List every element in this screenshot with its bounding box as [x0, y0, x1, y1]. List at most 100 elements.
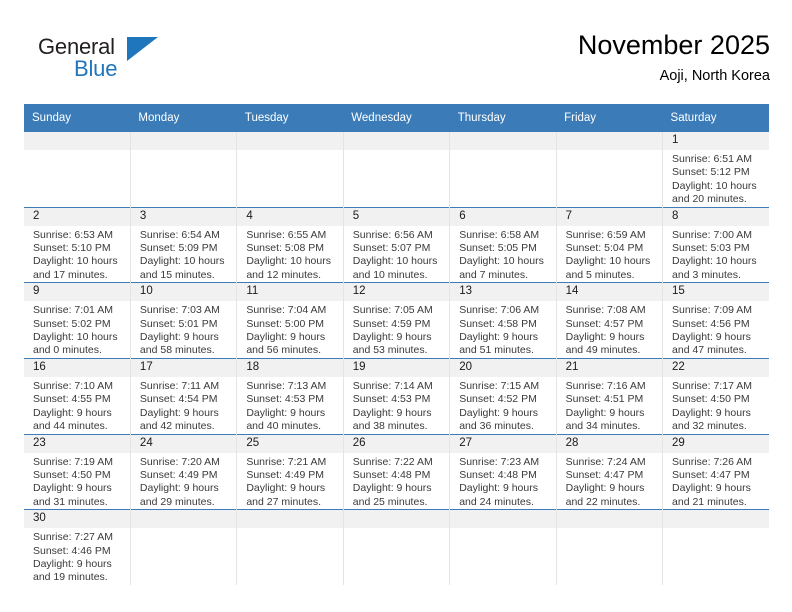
sunset-text: Sunset: 4:52 PM: [459, 393, 537, 406]
day-number: [130, 132, 237, 150]
day-details: Sunrise: 7:00 AM Sunset: 5:03 PM Dayligh…: [663, 226, 769, 283]
weekday-header-wednesday: Wednesday: [343, 104, 450, 132]
page-header: General Blue November 2025 Aoji, North K…: [24, 28, 770, 100]
day-cell[interactable]: 21 Sunrise: 7:16 AM Sunset: 4:51 PM Dayl…: [556, 357, 664, 434]
general-blue-logo[interactable]: General Blue: [38, 34, 178, 92]
daylight-text-line2: and 22 minutes.: [565, 495, 641, 508]
day-cell[interactable]: 3 Sunrise: 6:54 AM Sunset: 5:09 PM Dayli…: [130, 206, 238, 283]
sunrise-sunset-calendar: Sunday Monday Tuesday Wednesday Thursday…: [24, 104, 769, 585]
sunset-text: Sunset: 4:49 PM: [139, 468, 218, 481]
sunrise-text: Sunrise: 7:13 AM: [246, 379, 327, 392]
day-cell[interactable]: 19 Sunrise: 7:14 AM Sunset: 4:53 PM Dayl…: [343, 357, 451, 434]
day-cell[interactable]: 5 Sunrise: 6:56 AM Sunset: 5:07 PM Dayli…: [343, 206, 451, 283]
day-details: Sunrise: 7:19 AM Sunset: 4:50 PM Dayligh…: [24, 453, 130, 510]
day-cell[interactable]: 27 Sunrise: 7:23 AM Sunset: 4:48 PM Dayl…: [449, 433, 557, 510]
sunrise-text: Sunrise: 7:26 AM: [672, 455, 752, 468]
day-details: Sunrise: 7:21 AM Sunset: 4:49 PM Dayligh…: [237, 453, 342, 510]
day-cell: [556, 132, 664, 208]
day-cell[interactable]: 12 Sunrise: 7:05 AM Sunset: 4:59 PM Dayl…: [343, 282, 451, 359]
daylight-text-line2: and 29 minutes.: [139, 495, 215, 508]
day-details: [237, 150, 342, 153]
day-details: Sunrise: 7:13 AM Sunset: 4:53 PM Dayligh…: [237, 377, 342, 434]
sunset-text: Sunset: 4:55 PM: [33, 393, 111, 406]
day-details: Sunrise: 7:15 AM Sunset: 4:52 PM Dayligh…: [450, 377, 555, 434]
sunset-text: Sunset: 5:12 PM: [672, 166, 750, 179]
day-details: Sunrise: 7:04 AM Sunset: 5:00 PM Dayligh…: [237, 301, 342, 358]
day-cell[interactable]: 10 Sunrise: 7:03 AM Sunset: 5:01 PM Dayl…: [130, 282, 238, 359]
daylight-text-line2: and 0 minutes.: [33, 344, 102, 357]
daylight-text-line2: and 5 minutes.: [565, 268, 635, 281]
daylight-text-line1: Daylight: 9 hours: [33, 557, 112, 570]
day-details: Sunrise: 7:05 AM Sunset: 4:59 PM Dayligh…: [344, 301, 449, 358]
day-cell[interactable]: 23 Sunrise: 7:19 AM Sunset: 4:50 PM Dayl…: [24, 433, 131, 510]
day-cell[interactable]: 28 Sunrise: 7:24 AM Sunset: 4:47 PM Dayl…: [556, 433, 664, 510]
day-number: 17: [130, 358, 237, 377]
sunrise-text: Sunrise: 7:19 AM: [33, 455, 113, 468]
day-cell[interactable]: 18 Sunrise: 7:13 AM Sunset: 4:53 PM Dayl…: [236, 357, 344, 434]
day-cell[interactable]: 15 Sunrise: 7:09 AM Sunset: 4:56 PM Dayl…: [662, 282, 769, 359]
day-number: 26: [343, 434, 450, 453]
sunset-text: Sunset: 5:07 PM: [352, 242, 431, 255]
day-cell[interactable]: 17 Sunrise: 7:11 AM Sunset: 4:54 PM Dayl…: [130, 357, 238, 434]
day-number: [450, 510, 556, 529]
day-details: Sunrise: 7:23 AM Sunset: 4:48 PM Dayligh…: [450, 453, 555, 510]
daylight-text-line2: and 53 minutes.: [352, 344, 428, 357]
title-block: November 2025 Aoji, North Korea: [578, 28, 770, 87]
day-cell[interactable]: 16 Sunrise: 7:10 AM Sunset: 4:55 PM Dayl…: [24, 357, 131, 434]
day-cell: [449, 509, 557, 585]
day-details: Sunrise: 7:22 AM Sunset: 4:48 PM Dayligh…: [344, 453, 449, 510]
sunset-text: Sunset: 5:02 PM: [33, 317, 111, 330]
sunset-text: Sunset: 4:50 PM: [33, 468, 111, 481]
daylight-text-line1: Daylight: 10 hours: [672, 179, 757, 192]
day-details: Sunrise: 7:01 AM Sunset: 5:02 PM Dayligh…: [24, 301, 130, 358]
daylight-text-line1: Daylight: 10 hours: [139, 255, 225, 268]
day-cell[interactable]: 11 Sunrise: 7:04 AM Sunset: 5:00 PM Dayl…: [236, 282, 344, 359]
sunrise-text: Sunrise: 7:00 AM: [672, 228, 752, 241]
day-cell[interactable]: 7 Sunrise: 6:59 AM Sunset: 5:04 PM Dayli…: [556, 206, 664, 283]
daylight-text-line1: Daylight: 9 hours: [672, 331, 751, 344]
day-cell[interactable]: 4 Sunrise: 6:55 AM Sunset: 5:08 PM Dayli…: [236, 206, 344, 283]
day-cell[interactable]: 1 Sunrise: 6:51 AM Sunset: 5:12 PM Dayli…: [662, 132, 769, 208]
daylight-text-line1: Daylight: 9 hours: [352, 482, 432, 495]
day-cell[interactable]: 26 Sunrise: 7:22 AM Sunset: 4:48 PM Dayl…: [343, 433, 451, 510]
weekday-header-sunday: Sunday: [24, 104, 131, 132]
sunrise-text: Sunrise: 6:51 AM: [672, 153, 752, 165]
day-cell[interactable]: 2 Sunrise: 6:53 AM Sunset: 5:10 PM Dayli…: [24, 206, 131, 283]
day-details: Sunrise: 6:51 AM Sunset: 5:12 PM Dayligh…: [663, 150, 769, 207]
sunrise-text: Sunrise: 7:05 AM: [352, 304, 433, 317]
day-cell[interactable]: 29 Sunrise: 7:26 AM Sunset: 4:47 PM Dayl…: [662, 433, 769, 510]
day-cell[interactable]: 6 Sunrise: 6:58 AM Sunset: 5:05 PM Dayli…: [449, 206, 557, 283]
daylight-text-line1: Daylight: 9 hours: [139, 331, 219, 344]
daylight-text-line2: and 19 minutes.: [33, 571, 108, 584]
day-cell[interactable]: 9 Sunrise: 7:01 AM Sunset: 5:02 PM Dayli…: [24, 282, 131, 359]
day-number: 21: [556, 358, 663, 377]
day-cell[interactable]: 14 Sunrise: 7:08 AM Sunset: 4:57 PM Dayl…: [556, 282, 664, 359]
day-cell[interactable]: 13 Sunrise: 7:06 AM Sunset: 4:58 PM Dayl…: [449, 282, 557, 359]
day-cell[interactable]: 22 Sunrise: 7:17 AM Sunset: 4:50 PM Dayl…: [662, 357, 769, 434]
sunrise-text: Sunrise: 7:03 AM: [139, 304, 220, 317]
weekday-header-friday: Friday: [556, 104, 663, 132]
day-number: [556, 510, 663, 529]
sunset-text: Sunset: 4:46 PM: [33, 544, 111, 557]
calendar-page: General Blue November 2025 Aoji, North K…: [0, 0, 792, 612]
day-details: [450, 150, 555, 153]
day-cell[interactable]: 30 Sunrise: 7:27 AM Sunset: 4:46 PM Dayl…: [24, 509, 131, 585]
day-details: [344, 150, 449, 153]
sunrise-text: Sunrise: 7:27 AM: [33, 531, 113, 544]
daylight-text-line1: Daylight: 9 hours: [459, 482, 538, 495]
day-number: 9: [24, 283, 130, 302]
day-details: [131, 528, 236, 531]
day-details: Sunrise: 7:24 AM Sunset: 4:47 PM Dayligh…: [557, 453, 662, 510]
day-cell[interactable]: 24 Sunrise: 7:20 AM Sunset: 4:49 PM Dayl…: [130, 433, 238, 510]
sunset-text: Sunset: 4:57 PM: [565, 317, 644, 330]
week-row: 16 Sunrise: 7:10 AM Sunset: 4:55 PM Dayl…: [24, 357, 769, 434]
day-number: 10: [130, 283, 237, 302]
day-cell[interactable]: 8 Sunrise: 7:00 AM Sunset: 5:03 PM Dayli…: [662, 206, 769, 283]
day-cell[interactable]: 25 Sunrise: 7:21 AM Sunset: 4:49 PM Dayl…: [236, 433, 344, 510]
sunset-text: Sunset: 4:47 PM: [672, 468, 750, 481]
day-cell[interactable]: 20 Sunrise: 7:15 AM Sunset: 4:52 PM Dayl…: [449, 357, 557, 434]
weekday-header-thursday: Thursday: [449, 104, 557, 132]
day-number: 1: [663, 132, 769, 150]
daylight-text-line1: Daylight: 9 hours: [459, 331, 538, 344]
day-details: Sunrise: 6:54 AM Sunset: 5:09 PM Dayligh…: [131, 226, 236, 283]
